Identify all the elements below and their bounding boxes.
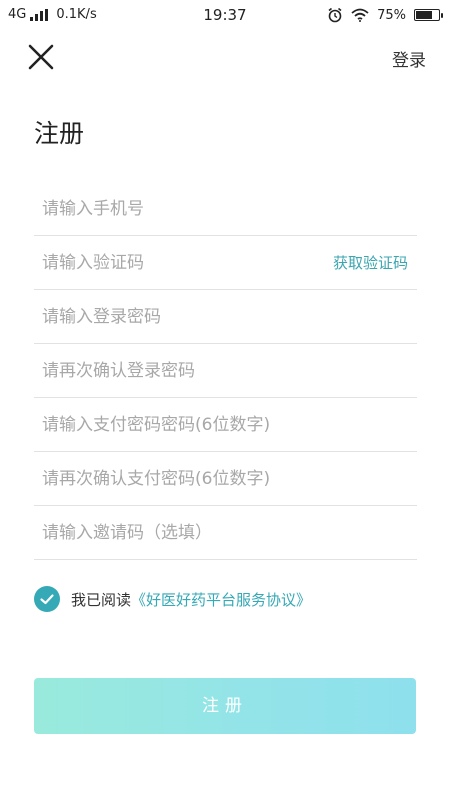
status-right: 75% [327, 7, 443, 23]
battery-fill [416, 11, 432, 19]
battery-icon [414, 9, 443, 21]
agreement-link[interactable]: 《好医好药平台服务协议》 [131, 589, 311, 610]
login-link[interactable]: 登录 [392, 46, 426, 71]
password-field-row [34, 290, 417, 344]
login-password-confirm-input[interactable] [42, 344, 332, 397]
pay-password-field-row [34, 398, 417, 452]
wifi-icon [351, 8, 369, 22]
verification-code-input[interactable] [42, 236, 332, 289]
get-code-button[interactable]: 获取验证码 [333, 252, 408, 273]
pay-password-confirm-field-row [34, 452, 417, 506]
login-password-input[interactable] [42, 290, 332, 343]
code-field-row: 获取验证码 [34, 236, 417, 290]
agreement-row: 我已阅读 《好医好药平台服务协议》 [34, 586, 311, 612]
checkmark-icon [40, 594, 54, 605]
pay-password-input[interactable] [42, 398, 332, 451]
battery-percent: 75% [377, 7, 406, 23]
agreement-checkbox[interactable] [34, 586, 60, 612]
pay-password-confirm-input[interactable] [42, 452, 332, 505]
close-button[interactable] [28, 44, 54, 70]
invite-code-input[interactable] [42, 506, 332, 559]
status-bar: 4G 0.1K/s 19:37 75% [0, 0, 450, 32]
page-title: 注册 [34, 119, 85, 148]
alarm-icon [328, 7, 342, 23]
register-form: 获取验证码 [34, 182, 417, 560]
agreement-text: 我已阅读 [71, 590, 132, 609]
top-nav: 登录 [0, 40, 450, 78]
phone-input[interactable] [42, 182, 332, 235]
password-confirm-field-row [34, 344, 417, 398]
register-button[interactable]: 注册 [34, 678, 416, 734]
close-icon [28, 44, 54, 70]
invite-field-row [34, 506, 417, 560]
phone-field-row [34, 182, 417, 236]
